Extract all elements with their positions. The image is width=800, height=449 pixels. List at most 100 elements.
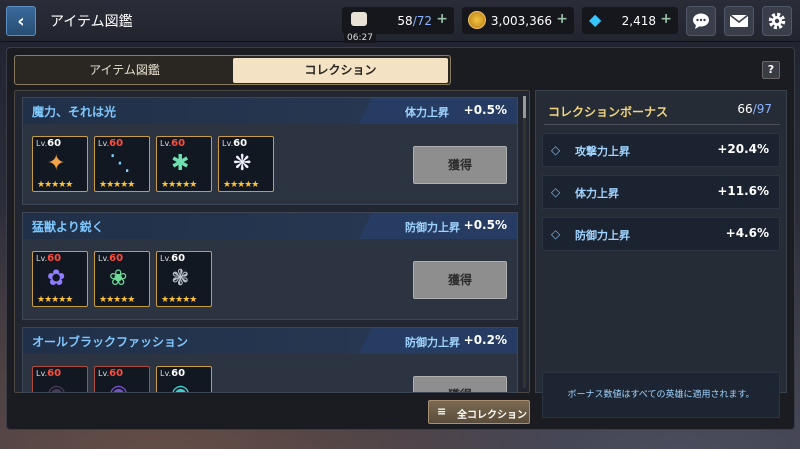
bonus-stat-name: 体力上昇 xyxy=(575,187,619,200)
tab-collection[interactable]: コレクション xyxy=(233,58,448,83)
bonus-stat-value: +4.6% xyxy=(725,226,769,240)
gold-counter[interactable]: 3,003,366 + xyxy=(462,7,574,34)
item-stars: ★★★★★ xyxy=(99,180,135,190)
staff-orb-icon: ✱ xyxy=(171,151,190,176)
tab-item-catalog[interactable]: アイテム図鑑 xyxy=(17,58,232,83)
item-level: Lv.60 xyxy=(222,138,247,149)
claw-green-icon: ❀ xyxy=(109,266,128,291)
item-slot[interactable]: Lv.60 ✱ ★★★★★ xyxy=(156,136,212,192)
item-slot[interactable]: Lv.60 ✿ ★★★★★ xyxy=(32,251,88,307)
item-stars: ★★★★★ xyxy=(223,180,259,190)
collection-bonus-label: 防御力上昇 xyxy=(405,336,460,349)
item-level: Lv.60 xyxy=(36,138,61,149)
collection-bonus-tag: 防御力上昇 +0.2% xyxy=(359,328,517,354)
envelope-icon xyxy=(729,14,749,27)
trident-ice-icon: ⋱ xyxy=(109,151,131,176)
item-level-value: 60 xyxy=(109,368,124,379)
top-bar: ‹ アイテム図鑑 58/72 + 06:27 3,003,366 + ◆ 2,4… xyxy=(0,0,800,43)
item-slot[interactable]: Lv.60 ❀ ★★★★★ xyxy=(94,251,150,307)
item-level-prefix: Lv. xyxy=(98,369,110,378)
gold-coin-icon xyxy=(468,11,486,29)
item-slot[interactable]: Lv.60◉★★★★★ xyxy=(156,366,212,393)
acquire-button[interactable]: 獲得 xyxy=(413,376,507,392)
boots-black-icon: ◉ xyxy=(171,382,190,393)
collection-count: 66/97 xyxy=(737,102,772,116)
item-stars: ★★★★★ xyxy=(99,295,135,305)
item-level-prefix: Lv. xyxy=(98,254,110,263)
item-slot[interactable]: Lv.60 ✦ ★★★★★ xyxy=(32,136,88,192)
scrollbar-thumb[interactable] xyxy=(523,96,526,118)
gem-counter[interactable]: ◆ 2,418 + xyxy=(582,7,678,34)
item-level: Lv.60 xyxy=(160,253,185,264)
collection-card: 猛獣より鋭く 防御力上昇 +0.5% Lv.60 ✿ ★★★★★ Lv.60 ❀ ★★★★★ Lv… xyxy=(22,212,518,320)
coffee-cup-icon xyxy=(351,12,367,26)
all-collections-button[interactable]: ≡ 全コレクション xyxy=(428,400,530,424)
collection-card: オールブラックファッション防御力上昇+0.2%Lv.60◉★★★★★Lv.60◉… xyxy=(22,327,518,393)
collection-card-header: 魔力、それは光 体力上昇 +0.5% xyxy=(23,98,517,124)
stamina-counter[interactable]: 58/72 + 06:27 xyxy=(342,7,454,43)
bonus-note: ボーナス数値はすべての英雄に適用されます。 xyxy=(542,372,780,418)
armor-black-icon: ◉ xyxy=(47,382,66,393)
collection-bonus-label: 防御力上昇 xyxy=(405,221,460,234)
item-level-value: 60 xyxy=(47,253,62,264)
collection-bonus-panel: コレクションボーナス 66/97 ◇ 攻撃力上昇 +20.4% ◇ 体力上昇 +… xyxy=(535,90,787,418)
item-slot[interactable]: Lv.60◉★★★★★ xyxy=(32,366,88,393)
plus-icon[interactable]: + xyxy=(436,11,448,27)
diamond-outline-icon: ◇ xyxy=(551,227,561,241)
claw-dark-icon: ❃ xyxy=(171,266,190,291)
diamond-outline-icon: ◇ xyxy=(551,143,561,157)
item-stars: ★★★★★ xyxy=(161,295,197,305)
chat-bubble-icon xyxy=(693,13,709,29)
divider xyxy=(544,124,780,125)
chat-button[interactable] xyxy=(686,6,716,36)
settings-button[interactable] xyxy=(762,6,792,36)
bonus-stat-name: 攻撃力上昇 xyxy=(575,145,630,158)
collection-title: 魔力、それは光 xyxy=(32,105,117,119)
stamina-current: 58 xyxy=(397,13,413,28)
page-title: アイテム図鑑 xyxy=(50,14,133,30)
stamina-timer: 06:27 xyxy=(344,33,376,43)
item-level-prefix: Lv. xyxy=(160,254,172,263)
staff-light-icon: ❋ xyxy=(233,151,252,176)
helm-black-icon: ◉ xyxy=(109,382,128,393)
collection-card-header: 猛獣より鋭く 防御力上昇 +0.5% xyxy=(23,213,517,239)
gear-icon xyxy=(768,12,786,30)
plus-icon[interactable]: + xyxy=(556,11,568,27)
gold-amount: 3,003,366 xyxy=(490,13,552,28)
chevron-left-icon: ‹ xyxy=(17,10,25,32)
item-slot[interactable]: Lv.60 ❃ ★★★★★ xyxy=(156,251,212,307)
item-level: Lv.60 xyxy=(36,253,61,264)
item-level-prefix: Lv. xyxy=(36,139,48,148)
item-level: Lv.60 xyxy=(98,368,123,379)
item-slot[interactable]: Lv.60 ⋱ ★★★★★ xyxy=(94,136,150,192)
collection-bonus-value: +0.5% xyxy=(463,218,507,232)
item-level-value: 60 xyxy=(171,138,186,149)
collection-title: 猛獣より鋭く xyxy=(32,220,104,234)
item-level-value: 60 xyxy=(233,138,248,149)
bonus-panel-title: コレクションボーナス xyxy=(548,105,669,119)
acquire-button[interactable]: 獲得 xyxy=(413,146,507,184)
item-level: Lv.60 xyxy=(160,368,185,379)
item-slot[interactable]: Lv.60◉★★★★★ xyxy=(94,366,150,393)
item-level-prefix: Lv. xyxy=(160,369,172,378)
item-level-value: 60 xyxy=(47,138,62,149)
collection-card-header: オールブラックファッション 防御力上昇 +0.2% xyxy=(23,328,517,354)
collection-card: 魔力、それは光 体力上昇 +0.5% Lv.60 ✦ ★★★★★ Lv.60 ⋱ ★★★★★ Lv… xyxy=(22,97,518,205)
bonus-row: ◇ 防御力上昇 +4.6% xyxy=(542,217,780,251)
item-level-value: 60 xyxy=(109,138,124,149)
back-button[interactable]: ‹ xyxy=(6,6,36,36)
acquire-button[interactable]: 獲得 xyxy=(413,261,507,299)
item-slot[interactable]: Lv.60 ❋ ★★★★★ xyxy=(218,136,274,192)
item-level-value: 60 xyxy=(171,253,186,264)
item-level-prefix: Lv. xyxy=(36,254,48,263)
item-level: Lv.60 xyxy=(98,253,123,264)
bonus-row: ◇ 体力上昇 +11.6% xyxy=(542,175,780,209)
staff-fire-icon: ✦ xyxy=(47,151,66,176)
scrollbar[interactable] xyxy=(523,96,526,388)
collection-count-max: /97 xyxy=(752,102,772,116)
item-level: Lv.60 xyxy=(36,368,61,379)
mail-button[interactable] xyxy=(724,6,754,36)
plus-icon[interactable]: + xyxy=(660,11,672,27)
collection-title: オールブラックファッション xyxy=(32,335,189,349)
help-button[interactable]: ? xyxy=(762,61,780,79)
